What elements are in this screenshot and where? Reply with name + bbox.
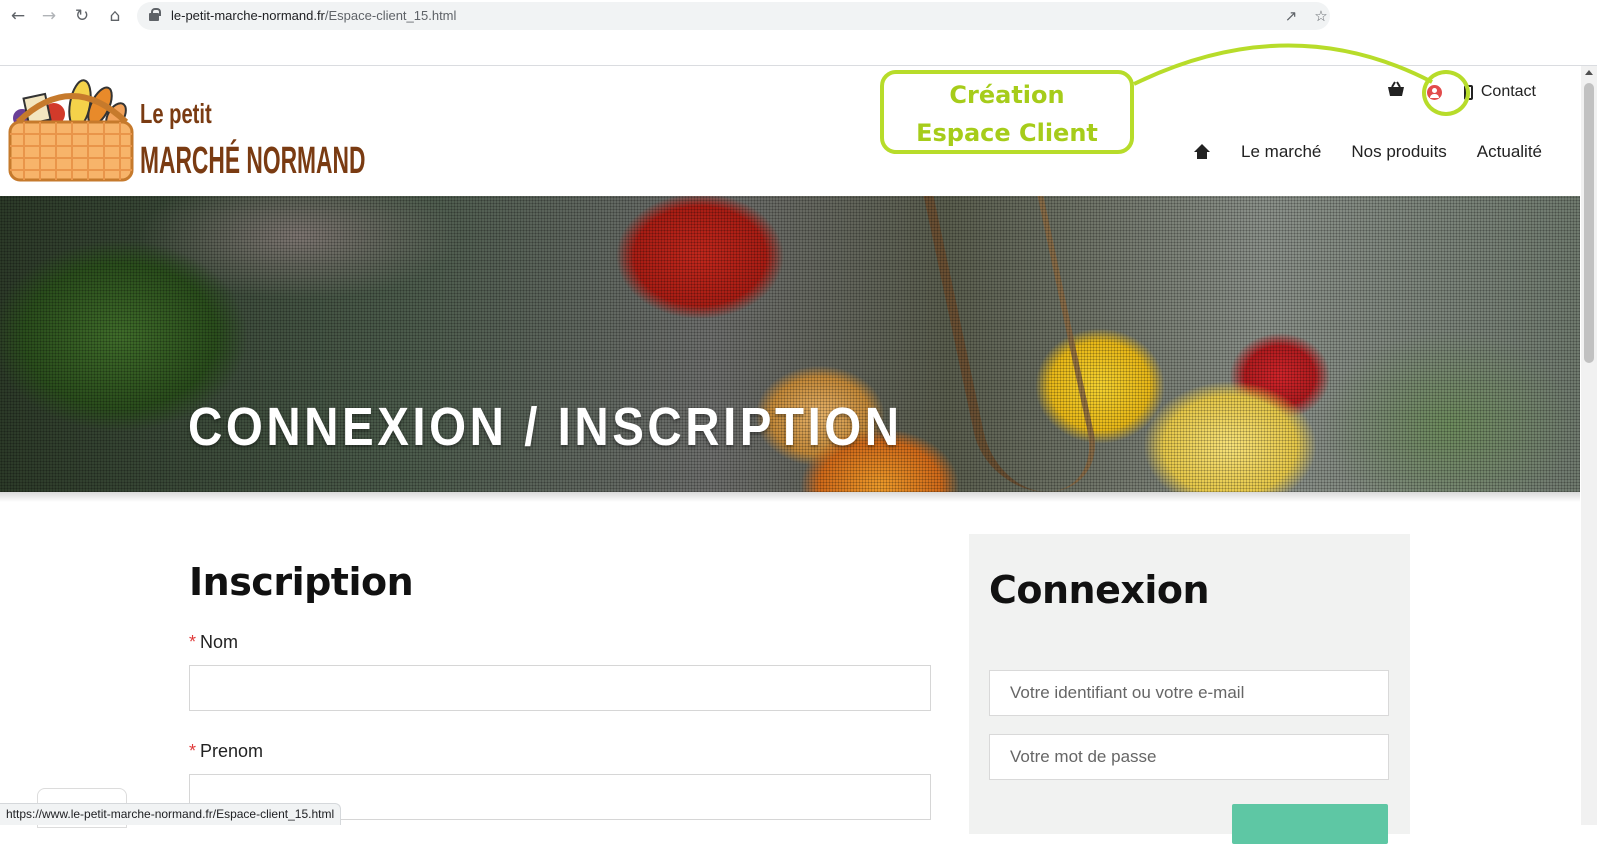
required-mark: *	[189, 632, 197, 652]
site-header: Le petit MARCHÉ NORMAND Contact Le march…	[0, 66, 1580, 196]
nav-item-le-marche[interactable]: Le marché	[1241, 142, 1321, 162]
nom-label-text: Nom	[200, 632, 239, 652]
site-logo[interactable]: Le petit MARCHÉ NORMAND	[8, 76, 365, 186]
nom-input[interactable]	[189, 665, 931, 711]
reload-icon[interactable]: ↻	[70, 4, 94, 28]
prenom-label: * Prenom	[189, 741, 931, 762]
contact-label: Contact	[1480, 83, 1536, 100]
password-input[interactable]	[989, 734, 1389, 780]
annotation-callout: Création Espace Client	[880, 70, 1134, 154]
address-bar[interactable]: le-petit-marche-normand.fr/Espace-client…	[137, 2, 1330, 30]
link-status-bar: https://www.le-petit-marche-normand.fr/E…	[0, 803, 342, 825]
annotation-line2: Espace Client	[916, 119, 1098, 147]
star-icon[interactable]: ☆	[1311, 6, 1331, 26]
logo-text-line2: MARCHÉ NORMAND	[140, 140, 366, 182]
url-text: le-petit-marche-normand.fr/Espace-client…	[171, 8, 456, 23]
basket-icon[interactable]	[1387, 80, 1405, 104]
lock-icon[interactable]	[149, 8, 161, 21]
contact-link[interactable]: Contact	[1463, 83, 1536, 101]
nav-item-actualite[interactable]: Actualité	[1477, 142, 1542, 162]
nav-item-nos-produits[interactable]: Nos produits	[1351, 142, 1446, 162]
login-input[interactable]	[989, 670, 1389, 716]
login-button[interactable]	[1232, 804, 1388, 844]
connexion-title: Connexion	[989, 568, 1210, 612]
inscription-form: Inscription * Nom * Prenom	[189, 560, 931, 820]
hero-title: CONNEXION / INSCRIPTION	[188, 397, 903, 457]
required-mark: *	[189, 741, 197, 761]
main-navigation: Le marché Nos produits Actualité	[1193, 142, 1542, 162]
back-icon[interactable]: ←	[6, 4, 30, 28]
basket-handle-image	[923, 196, 1107, 492]
nom-label: * Nom	[189, 632, 931, 653]
annotation-line1: Création	[949, 81, 1065, 109]
page-scrollbar[interactable]	[1581, 66, 1597, 825]
prenom-label-text: Prenom	[200, 741, 264, 761]
browser-toolbar: ← → ↻ ⌂ le-petit-marche-normand.fr/Espac…	[0, 0, 1597, 66]
forward-icon[interactable]: →	[37, 4, 61, 28]
url-domain: le-petit-marche-normand.fr	[171, 8, 325, 23]
url-path: /Espace-client_15.html	[324, 8, 457, 23]
home-icon[interactable]	[1193, 144, 1211, 160]
scroll-up-arrow[interactable]	[1585, 70, 1593, 75]
hero-shadow	[0, 492, 1580, 502]
annotation-circle	[1422, 70, 1470, 116]
connexion-panel: Connexion	[969, 534, 1410, 844]
browser-home-icon[interactable]: ⌂	[103, 4, 127, 28]
basket-logo-image	[8, 79, 134, 182]
share-icon[interactable]: ↗	[1281, 6, 1301, 26]
inscription-title: Inscription	[189, 560, 414, 604]
scroll-thumb[interactable]	[1584, 83, 1594, 363]
hero-banner: CONNEXION / INSCRIPTION	[0, 196, 1580, 492]
logo-text-line1: Le petit	[140, 98, 212, 129]
